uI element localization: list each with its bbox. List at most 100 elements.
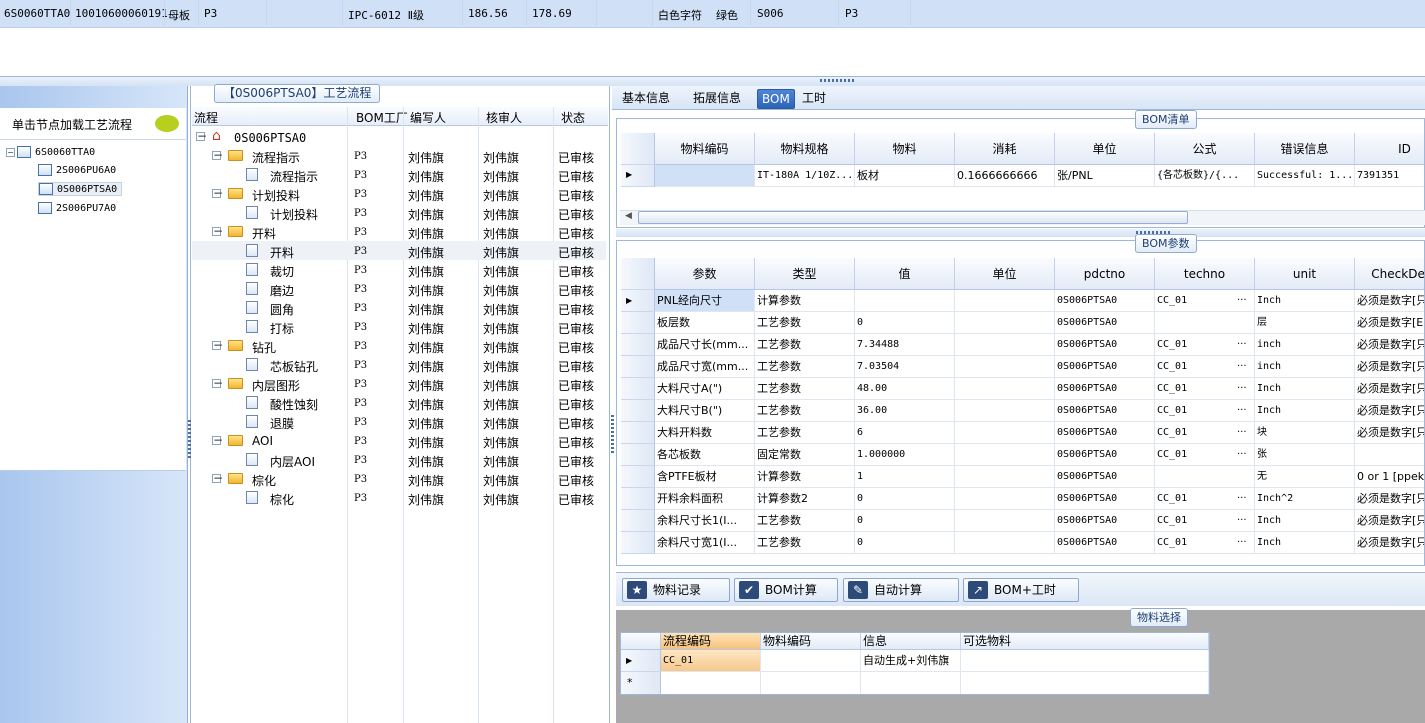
vertical-splitter-grip-icon[interactable]	[188, 420, 191, 460]
param-cell[interactable]: 7.03504	[855, 356, 955, 378]
tab-extended-info[interactable]: 拓展信息	[689, 89, 745, 109]
param-cell[interactable]: PNL经向尺寸	[655, 290, 755, 312]
bom-cell[interactable]: 板材	[855, 165, 955, 187]
column-header[interactable]: 物料编码	[761, 633, 861, 650]
row-header[interactable]	[621, 532, 655, 554]
param-cell[interactable]: 工艺参数	[755, 400, 855, 422]
param-cell[interactable]: 工艺参数	[755, 422, 855, 444]
process-row[interactable]: 裁切 P3 刘伟旗 刘伟旗 已审核	[192, 260, 606, 279]
process-row[interactable]: 流程指示 P3 刘伟旗 刘伟旗 已审核	[192, 165, 606, 184]
cell-ellipsis-button[interactable]: ...	[1237, 424, 1247, 435]
row-header[interactable]	[621, 356, 655, 378]
process-row[interactable]: 圆角 P3 刘伟旗 刘伟旗 已审核	[192, 298, 606, 317]
vertical-splitter-grip-icon[interactable]	[611, 415, 614, 455]
param-cell[interactable]	[1155, 466, 1255, 488]
param-cell[interactable]: 6	[855, 422, 955, 444]
tab-work-hours[interactable]: 工时	[798, 89, 830, 109]
selected-record-row[interactable]: 6S0060TTA0 10010600060191 母板 P3 IPC-6012…	[0, 0, 1425, 28]
param-cell[interactable]: 1	[855, 466, 955, 488]
param-cell[interactable]: 工艺参数	[755, 510, 855, 532]
param-cell[interactable]: 板层数	[655, 312, 755, 334]
param-cell[interactable]: 0S006PTSA0	[1055, 356, 1155, 378]
bom-calc-button[interactable]: ✔ BOM计算	[734, 578, 838, 602]
collapse-icon[interactable]: −	[212, 339, 223, 351]
bom-hours-button[interactable]: ↗ BOM+工时	[963, 578, 1079, 602]
material-cell[interactable]: 自动生成+刘伟旗	[861, 650, 961, 672]
param-cell[interactable]: 必须是数字[只	[1355, 422, 1424, 444]
tab-bom[interactable]: BOM	[757, 89, 795, 109]
bom-cell[interactable]: {各芯板数}/{...	[1155, 165, 1255, 187]
tree-node-selected[interactable]: 0S006PTSA0	[38, 182, 123, 196]
param-cell[interactable]: 含PTFE板材	[655, 466, 755, 488]
param-cell[interactable]: Inch	[1255, 400, 1355, 422]
param-cell[interactable]: 0S006PTSA0	[1055, 400, 1155, 422]
row-header[interactable]: ▶	[621, 650, 661, 672]
param-cell[interactable]: 0S006PTSA0	[1055, 532, 1155, 554]
column-header[interactable]: 单位	[1055, 133, 1155, 165]
param-cell[interactable]: 0S006PTSA0	[1055, 466, 1155, 488]
process-row[interactable]: 打标 P3 刘伟旗 刘伟旗 已审核	[192, 317, 606, 336]
param-cell[interactable]	[955, 400, 1055, 422]
param-cell[interactable]: 必须是数字[只	[1355, 488, 1424, 510]
row-header[interactable]	[621, 400, 655, 422]
collapse-icon[interactable]: −	[212, 225, 223, 237]
new-row-cell[interactable]	[661, 672, 761, 694]
param-cell[interactable]: 必须是数字[只	[1355, 378, 1424, 400]
process-row[interactable]: 酸性蚀刻 P3 刘伟旗 刘伟旗 已审核	[192, 393, 606, 412]
param-cell[interactable]: 0S006PTSA0	[1055, 422, 1155, 444]
param-cell[interactable]	[955, 510, 1055, 532]
process-row[interactable]: 计划投料 P3 刘伟旗 刘伟旗 已审核	[192, 203, 606, 222]
column-header[interactable]: 流程	[194, 109, 218, 126]
param-cell[interactable]: 0S006PTSA0	[1055, 510, 1155, 532]
material-select-grid[interactable]: 流程编码 物料编码 信息 可选物料 ▶ * CC_01 自动生成+刘伟旗	[620, 632, 1210, 695]
column-header[interactable]: 核审人	[486, 109, 522, 126]
param-cell[interactable]: 层	[1255, 312, 1355, 334]
process-row[interactable]: − 钻孔 P3 刘伟旗 刘伟旗 已审核	[192, 336, 606, 355]
param-cell[interactable]: 必须是数字[只	[1355, 532, 1424, 554]
column-header[interactable]: pdctno	[1055, 258, 1155, 290]
process-row[interactable]: 退膜 P3 刘伟旗 刘伟旗 已审核	[192, 412, 606, 431]
row-header[interactable]	[621, 488, 655, 510]
param-cell[interactable]: 0S006PTSA0	[1055, 488, 1155, 510]
column-header[interactable]: 编写人	[410, 109, 446, 126]
column-header[interactable]: 错误信息	[1255, 133, 1355, 165]
row-header[interactable]	[621, 378, 655, 400]
bom-cell[interactable]: IT-180A 1/10Z...	[755, 165, 855, 187]
auto-calc-button[interactable]: ✎ 自动计算	[843, 578, 959, 602]
param-cell[interactable]: 计算参数	[755, 290, 855, 312]
row-header[interactable]	[621, 334, 655, 356]
param-cell[interactable]: 工艺参数	[755, 312, 855, 334]
cell-ellipsis-button[interactable]: ...	[1237, 446, 1247, 457]
column-header[interactable]: 类型	[755, 258, 855, 290]
bom-cell[interactable]: 张/PNL	[1055, 165, 1155, 187]
param-cell[interactable]: 0S006PTSA0	[1055, 444, 1155, 466]
process-row[interactable]: 开料 P3 刘伟旗 刘伟旗 已审核	[192, 241, 606, 260]
param-cell[interactable]: 必须是数字[E	[1355, 312, 1424, 334]
param-cell[interactable]: Inch	[1255, 532, 1355, 554]
param-cell[interactable]	[1155, 312, 1255, 334]
row-header[interactable]	[621, 422, 655, 444]
param-cell[interactable]: Inch^2	[1255, 488, 1355, 510]
column-header[interactable]: 流程编码	[661, 633, 761, 650]
column-header[interactable]: 公式	[1155, 133, 1255, 165]
param-cell[interactable]: Inch	[1255, 378, 1355, 400]
column-header[interactable]: 状态	[561, 109, 585, 126]
collapse-icon[interactable]: −	[212, 149, 223, 161]
column-header[interactable]: 消耗	[955, 133, 1055, 165]
param-cell[interactable]: 0	[855, 532, 955, 554]
bom-splitter[interactable]	[616, 229, 1425, 237]
param-cell[interactable]: 固定常数	[755, 444, 855, 466]
cell-ellipsis-button[interactable]: ...	[1237, 490, 1247, 501]
process-row[interactable]: − 计划投料 P3 刘伟旗 刘伟旗 已审核	[192, 184, 606, 203]
row-header[interactable]	[621, 312, 655, 334]
column-header[interactable]: 物料规格	[755, 133, 855, 165]
new-row-header[interactable]: *	[621, 672, 661, 694]
param-cell[interactable]: 7.34488	[855, 334, 955, 356]
param-cell[interactable]	[955, 356, 1055, 378]
process-row[interactable]: − 流程指示 P3 刘伟旗 刘伟旗 已审核	[192, 146, 606, 165]
param-cell[interactable]: 0	[855, 510, 955, 532]
param-cell[interactable]: 36.00	[855, 400, 955, 422]
cell-ellipsis-button[interactable]: ...	[1237, 380, 1247, 391]
tree-node-root[interactable]: − 6S0060TTA0	[6, 146, 95, 158]
param-cell[interactable]: 必须是数字[只	[1355, 334, 1424, 356]
